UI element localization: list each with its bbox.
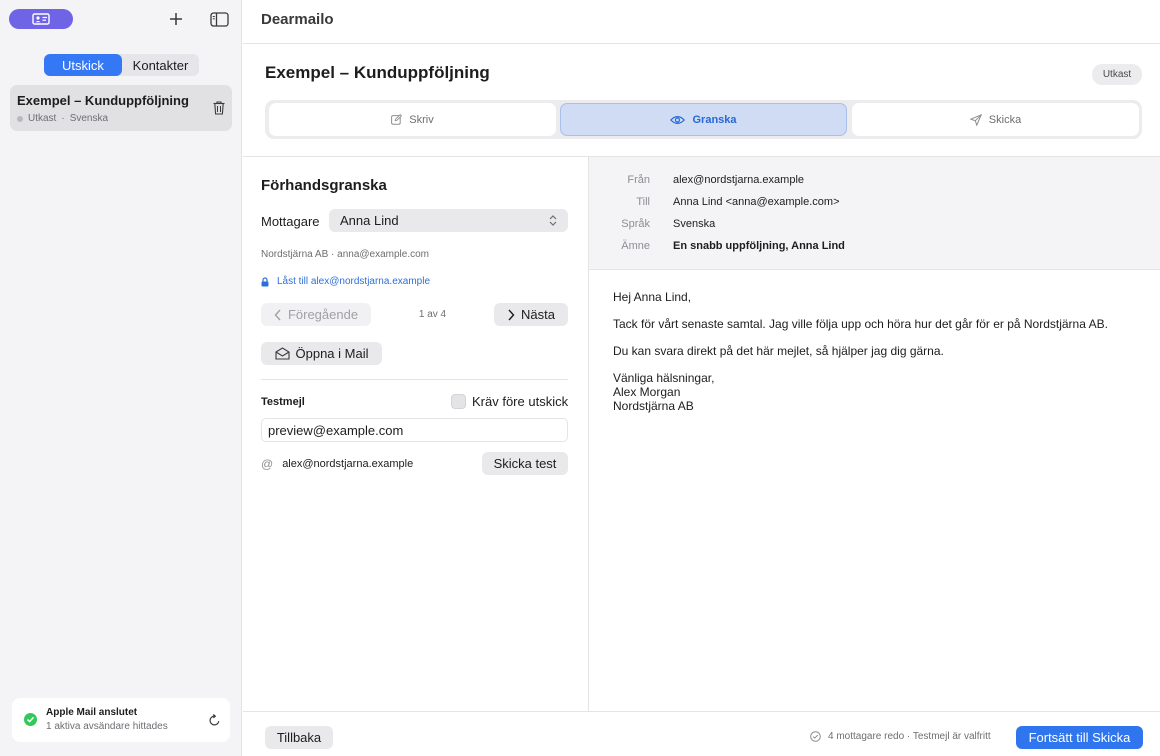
test-email-value: preview@example.com xyxy=(268,422,404,438)
sidebar-toggle-icon xyxy=(209,11,229,27)
signoff-line: Vänliga hälsningar, xyxy=(613,371,715,385)
send-test-label: Skicka test xyxy=(493,456,557,471)
open-in-mail-button[interactable]: Öppna i Mail xyxy=(261,342,382,365)
require-test-checkbox[interactable] xyxy=(451,394,466,409)
step-granska[interactable]: Granska xyxy=(560,103,847,136)
field-value: Anna Lind <anna@example.com> xyxy=(673,196,840,208)
test-email-input[interactable]: preview@example.com xyxy=(261,418,568,442)
readiness-text: 4 mottagare redo · Testmejl är valfritt xyxy=(828,731,991,742)
status-badge: Utkast xyxy=(1092,64,1142,85)
previous-label: Föregående xyxy=(287,307,359,322)
step-label: Skicka xyxy=(988,113,1022,126)
section-divider xyxy=(261,379,568,380)
field-value: Svenska xyxy=(673,218,716,230)
send-test-button[interactable]: Skicka test xyxy=(482,452,568,475)
refresh-icon xyxy=(208,713,219,725)
continue-to-send-button[interactable]: Fortsätt till Skicka xyxy=(1016,726,1143,749)
field-label: Från xyxy=(627,174,650,186)
sidebar-segmented-control: Utskick Kontakter xyxy=(44,54,199,76)
test-sender-row: @ alex@nordstjarna.example xyxy=(261,457,413,471)
sender-lock-info: Låst till alex@nordstjarna.example xyxy=(261,276,430,287)
status-dot xyxy=(17,115,23,122)
readiness-status: 4 mottagare redo · Testmejl är valfritt xyxy=(810,731,991,742)
email-paragraph: Du kan svara direkt på det här mejlet, s… xyxy=(613,344,944,358)
signoff-name: Alex Morgan xyxy=(613,385,681,399)
test-sender-address: alex@nordstjarna.example xyxy=(282,458,414,470)
app-switcher-button[interactable] xyxy=(9,9,73,29)
workflow-stepper: Skriv Granska Skicka xyxy=(265,100,1142,139)
chevron-updown-icon xyxy=(549,215,557,226)
require-test-toggle[interactable]: Kräv före utskick xyxy=(451,394,568,409)
campaign-status: Utkast xyxy=(28,113,57,124)
open-mail-label: Öppna i Mail xyxy=(295,346,369,361)
refresh-button[interactable] xyxy=(206,712,222,728)
email-greeting: Hej Anna Lind, xyxy=(613,290,692,304)
step-label: Granska xyxy=(692,113,737,126)
lock-icon xyxy=(261,276,269,286)
recipient-label: Mottagare xyxy=(261,214,320,229)
chevron-right-icon xyxy=(508,309,515,320)
recipient-select[interactable]: Anna Lind xyxy=(329,209,568,232)
field-value: En snabb uppföljning, Anna Lind xyxy=(673,240,845,252)
campaign-language: Svenska xyxy=(69,113,109,124)
previous-recipient-button[interactable]: Föregående xyxy=(261,303,371,326)
at-sign-icon: @ xyxy=(261,457,274,471)
sidebar: Utskick Kontakter Exempel – Kunduppföljn… xyxy=(0,0,242,756)
checkmark-circle-icon xyxy=(24,713,37,726)
recipient-meta: Nordstjärna AB · anna@example.com xyxy=(261,249,430,260)
next-label: Nästa xyxy=(521,307,555,322)
signoff-company: Nordstjärna AB xyxy=(613,399,694,413)
campaign-list-item[interactable]: Exempel – Kunduppföljning Utkast · Svens… xyxy=(10,85,232,131)
envelope-open-icon xyxy=(274,347,290,360)
continue-label: Fortsätt till Skicka xyxy=(1028,730,1131,745)
require-test-label: Kräv före utskick xyxy=(472,394,569,409)
back-label: Tillbaka xyxy=(276,730,322,745)
page-title: Exempel – Kunduppföljning xyxy=(265,63,490,82)
preview-heading: Förhandsgranska xyxy=(261,177,387,194)
status-title: Apple Mail anslutet xyxy=(46,707,138,718)
email-body: Hej Anna Lind, Tack för vårt senaste sam… xyxy=(613,290,1133,413)
app-title: Dearmailo xyxy=(261,11,334,28)
sidebar-toolbar xyxy=(0,0,242,40)
meta-separator: · xyxy=(61,113,65,124)
add-campaign-button[interactable] xyxy=(166,9,186,29)
test-email-label: Testmejl xyxy=(261,396,305,408)
step-skriv[interactable]: Skriv xyxy=(269,103,556,136)
chevron-left-icon xyxy=(274,309,281,320)
pager-count: 1 av 4 xyxy=(418,309,447,320)
campaign-title: Exempel – Kunduppföljning xyxy=(17,93,189,108)
segment-utskick[interactable]: Utskick xyxy=(44,54,122,76)
trash-icon xyxy=(213,101,225,115)
back-button[interactable]: Tillbaka xyxy=(265,726,333,749)
step-label: Skriv xyxy=(409,113,434,126)
contact-card-icon xyxy=(32,13,50,25)
field-label: Språk xyxy=(621,218,650,230)
email-header-fields: Från alex@nordstjarna.example Till Anna … xyxy=(589,157,1160,270)
field-value: alex@nordstjarna.example xyxy=(673,174,805,186)
email-signoff: Vänliga hälsningar, Alex Morgan Nordstjä… xyxy=(613,371,1133,413)
recipient-select-value: Anna Lind xyxy=(340,213,399,228)
edit-icon xyxy=(391,114,403,125)
step-skicka[interactable]: Skicka xyxy=(852,103,1139,136)
footer-divider xyxy=(243,711,1160,712)
field-label: Ämne xyxy=(621,240,650,252)
send-icon xyxy=(969,113,982,126)
header-divider xyxy=(243,43,1160,44)
email-paragraph: Tack för vårt senaste samtal. Jag ville … xyxy=(613,317,1108,331)
field-label: Till xyxy=(636,196,650,208)
segment-kontakter[interactable]: Kontakter xyxy=(122,54,199,76)
eye-icon xyxy=(670,115,686,124)
delete-campaign-button[interactable] xyxy=(211,99,227,117)
campaign-meta: Utkast · Svenska xyxy=(17,113,108,124)
check-circle-outline-icon xyxy=(810,731,821,742)
plus-icon xyxy=(170,13,182,25)
locked-text: Låst till alex@nordstjarna.example xyxy=(277,276,431,287)
sidebar-toggle-button[interactable] xyxy=(209,10,229,28)
mail-connection-status: Apple Mail anslutet 1 aktiva avsändare h… xyxy=(12,698,230,742)
status-subtitle: 1 aktiva avsändare hittades xyxy=(46,721,168,732)
next-recipient-button[interactable]: Nästa xyxy=(494,303,568,326)
